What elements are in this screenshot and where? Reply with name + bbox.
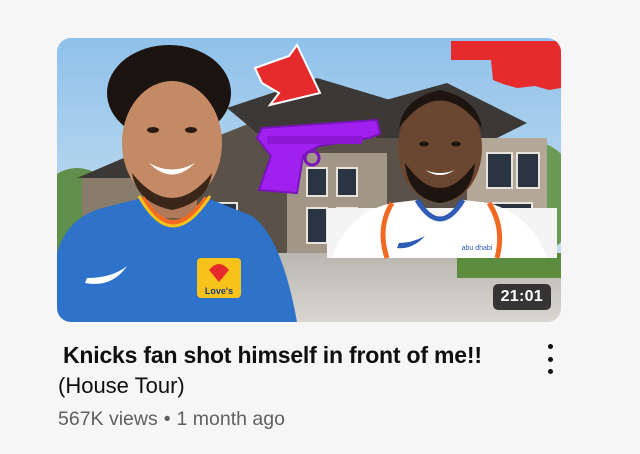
menu-dot bbox=[547, 344, 553, 349]
video-card[interactable]: Love's abu dhabi 21:01 Knicks fan shot h… bbox=[0, 0, 640, 454]
menu-dot bbox=[547, 369, 553, 374]
jersey-right-text: abu dhabi bbox=[462, 245, 493, 252]
upload-age: 1 month ago bbox=[176, 408, 285, 430]
more-vertical-icon[interactable] bbox=[538, 344, 562, 374]
video-title-continued[interactable]: (House Tour) bbox=[58, 371, 185, 401]
thumbnail-image: Love's abu dhabi bbox=[57, 38, 561, 322]
meta-separator: • bbox=[163, 408, 171, 430]
video-thumbnail[interactable]: Love's abu dhabi 21:01 bbox=[57, 38, 561, 322]
jersey-left-text: Love's bbox=[205, 286, 233, 296]
menu-dot bbox=[547, 356, 553, 362]
video-metadata: 567K views • 1 month ago bbox=[58, 405, 285, 433]
view-count: 567K views bbox=[58, 408, 158, 430]
duration-badge: 21:01 bbox=[492, 284, 551, 310]
video-title[interactable]: Knicks fan shot himself in front of me!! bbox=[63, 340, 523, 370]
